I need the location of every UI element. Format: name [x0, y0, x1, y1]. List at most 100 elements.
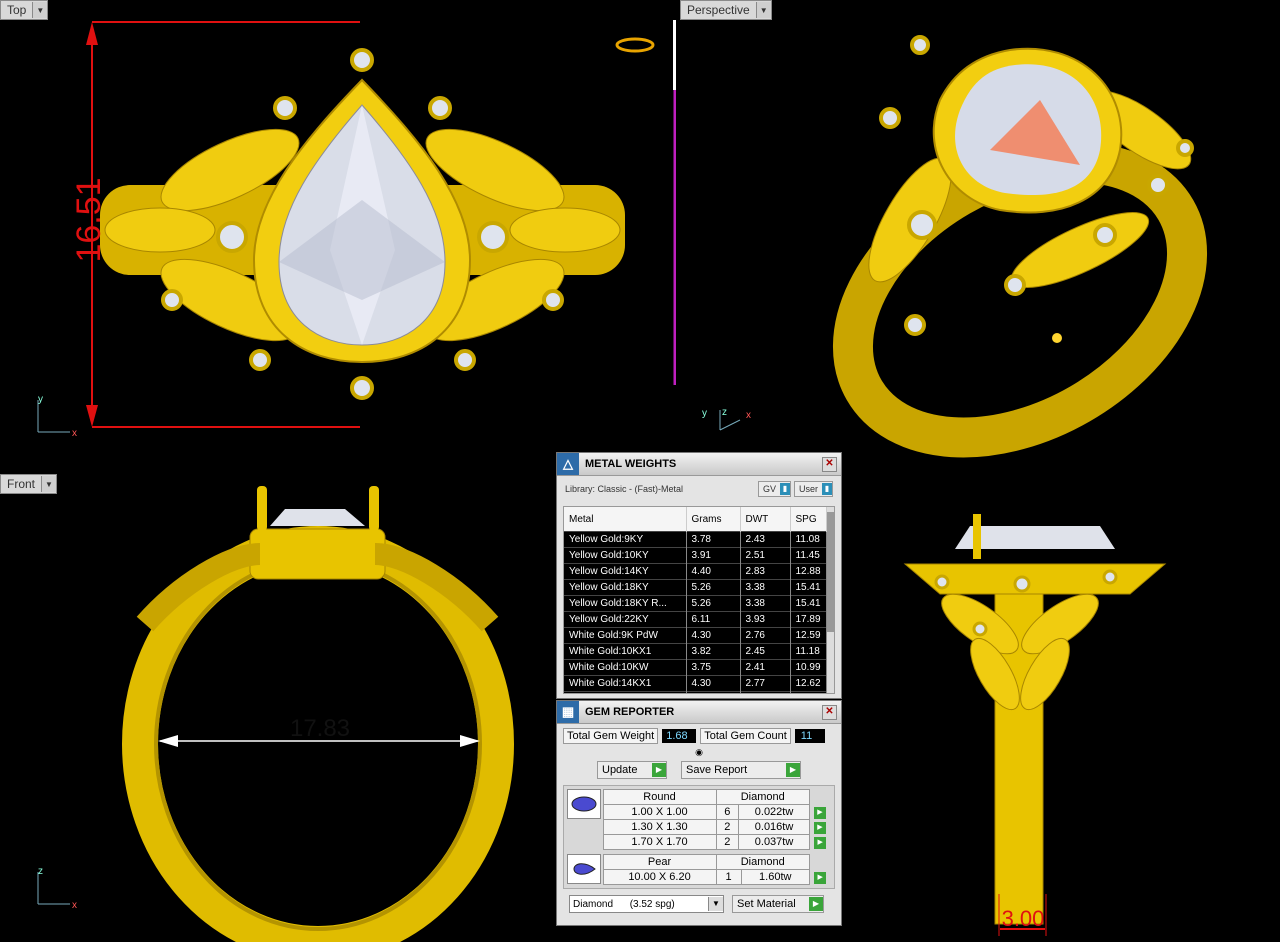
chevron-down-icon[interactable]: ▼ [755, 2, 771, 18]
table-row[interactable]: Yellow Gold:18KY 5.26 3.38 15.41 [564, 579, 827, 596]
table-cell: 2.51 [740, 547, 791, 564]
user-toggle[interactable]: User ▮ [793, 481, 833, 497]
table-cell: 17.89 [790, 611, 827, 628]
axis-label: y [38, 394, 43, 405]
total-gem-count-value: 11 [794, 729, 825, 743]
table-cell: 12.88 [790, 563, 827, 580]
side-dimension-label: 3.00 [1002, 906, 1045, 931]
gem-size: 1.30 X 1.30 [602, 819, 717, 835]
gem-weight: 0.016tw [738, 819, 810, 835]
chevron-down-icon[interactable]: ▼ [41, 476, 57, 492]
table-cell: 3.75 [686, 659, 741, 676]
gv-toggle[interactable]: GV ▮ [757, 481, 791, 497]
gem-weight: 0.022tw [738, 804, 810, 820]
table-row[interactable]: White Gold:10KW 3.75 2.41 10.99 [564, 659, 827, 676]
table-row[interactable]: White Gold:14KX1 4.30 2.77 12.62 [564, 675, 827, 692]
close-icon[interactable]: ✕ [822, 457, 837, 472]
table-cell: 6.11 [686, 611, 741, 628]
select-gem-button[interactable]: ▶ [814, 837, 827, 849]
gem-weight: 1.60tw [740, 869, 810, 885]
table-cell: 3.91 [686, 547, 741, 564]
table-cell: 2.41 [740, 659, 791, 676]
table-cell: Yellow Gold:18KY R... [564, 595, 687, 612]
library-label: Library: Classic - (Fast)-Metal [565, 484, 684, 494]
select-gem-button[interactable]: ▶ [814, 872, 827, 884]
table-cell: 3.78 [686, 531, 741, 548]
gem-count: 1 [715, 869, 742, 885]
viewport-label-top[interactable]: Top ▼ [0, 0, 49, 20]
table-cell: Yellow Gold:22KY [564, 611, 687, 628]
table-row[interactable]: White Gold:9K PdW 4.30 2.76 12.59 [564, 627, 827, 644]
metal-weights-logo-icon: △ [557, 453, 579, 475]
table-row[interactable]: White Gold:10KX1 3.82 2.45 11.18 [564, 643, 827, 660]
viewport-side[interactable]: 3.00 [845, 474, 1280, 942]
metal-weights-title: METAL WEIGHTS [585, 458, 677, 470]
table-cell: 5.26 [686, 579, 741, 596]
chevron-down-icon[interactable]: ▼ [32, 2, 48, 18]
gem-shape-label: Pear [602, 854, 717, 870]
gem-count: 2 [715, 834, 740, 850]
table-cell: 4.91 [686, 691, 741, 693]
material-select[interactable]: Diamond (3.52 spg) ▼ [569, 895, 724, 913]
column-header[interactable]: DWT [740, 507, 791, 532]
table-cell: White Gold:14K PdW [564, 691, 687, 693]
gem-material-label: Diamond [715, 789, 811, 805]
table-row[interactable]: Yellow Gold:18KY R... 5.26 3.38 15.41 [564, 595, 827, 612]
column-header[interactable]: Metal [564, 507, 687, 532]
metal-weights-table: Metal Grams DWT SPG Yellow Gold:9KY 3.78 2… [564, 507, 827, 693]
viewport-perspective[interactable]: Perspective ▼ y z x [680, 0, 1280, 470]
table-cell: 3.93 [740, 611, 791, 628]
viewport-label-perspective[interactable]: Perspective ▼ [680, 0, 772, 20]
pear-gem-icon [567, 854, 601, 884]
table-cell: 2.76 [740, 627, 791, 644]
viewport-label-front[interactable]: Front ▼ [0, 474, 58, 494]
table-cell: 12.59 [790, 627, 827, 644]
table-cell: 3.15 [740, 691, 791, 693]
gem-weight: 0.037tw [738, 834, 810, 850]
table-cell: 2.83 [740, 563, 791, 580]
total-gem-count-label: Total Gem Count [700, 728, 791, 744]
gem-reporter-title: GEM REPORTER [585, 706, 675, 718]
total-gem-weight-value: 1.68 [662, 729, 697, 743]
column-header[interactable]: SPG [790, 507, 827, 532]
table-row[interactable]: Yellow Gold:10KY 3.91 2.51 11.45 [564, 547, 827, 564]
table-row[interactable]: White Gold:14K PdW4.913.1514.37 [564, 691, 827, 693]
table-row[interactable]: Yellow Gold:14KY 4.40 2.83 12.88 [564, 563, 827, 580]
collapse-handle-icon[interactable]: ◉ [557, 748, 841, 758]
table-cell: White Gold:10KW [564, 659, 687, 676]
table-cell: Yellow Gold:18KY [564, 579, 687, 596]
viewport-top[interactable]: Top ▼ 16.51 y x [0, 0, 676, 470]
select-gem-button[interactable]: ▶ [814, 807, 826, 819]
table-cell: White Gold:14KX1 [564, 675, 687, 692]
select-gem-button[interactable]: ▶ [814, 822, 826, 834]
round-gem-icon [567, 789, 601, 819]
table-cell: 2.77 [740, 675, 791, 692]
close-icon[interactable]: ✕ [822, 705, 837, 720]
axis-label: z [722, 407, 727, 418]
update-button[interactable]: Update ▶ [597, 761, 667, 779]
axis-label: x [72, 900, 77, 911]
chevron-down-icon[interactable]: ▼ [708, 897, 723, 911]
table-cell: 12.62 [790, 675, 827, 692]
gem-material-label: Diamond [715, 854, 811, 870]
ring-side-view: 3.00 [903, 514, 1167, 936]
round-gem-table: Round Diamond 1.00 X 1.00 6 0.022tw ▶ 1.30 X… [602, 789, 831, 850]
gem-count: 2 [715, 819, 740, 835]
save-report-button[interactable]: Save Report ▶ [681, 761, 801, 779]
table-cell: 15.41 [790, 595, 827, 612]
set-material-button[interactable]: Set Material ▶ [732, 895, 824, 913]
table-cell: 15.41 [790, 579, 827, 596]
ring-front-view: 17.83 z x [37, 486, 514, 942]
gem-reporter-titlebar[interactable]: ▦ GEM REPORTER ✕ [557, 701, 841, 724]
table-cell: 3.38 [740, 595, 791, 612]
scrollbar[interactable] [827, 507, 834, 693]
viewport-front[interactable]: Front ▼ 17.83 z x [0, 474, 556, 942]
column-header[interactable]: Grams [686, 507, 741, 532]
gem-size: 1.70 X 1.70 [602, 834, 717, 850]
table-cell: 11.45 [790, 547, 827, 564]
table-cell: 2.43 [740, 531, 791, 548]
metal-weights-titlebar[interactable]: △ METAL WEIGHTS ✕ [557, 453, 841, 476]
table-row[interactable]: Yellow Gold:22KY 6.11 3.93 17.89 [564, 611, 827, 628]
table-row[interactable]: Yellow Gold:9KY 3.78 2.43 11.08 [564, 531, 827, 548]
table-cell: Yellow Gold:10KY [564, 547, 687, 564]
